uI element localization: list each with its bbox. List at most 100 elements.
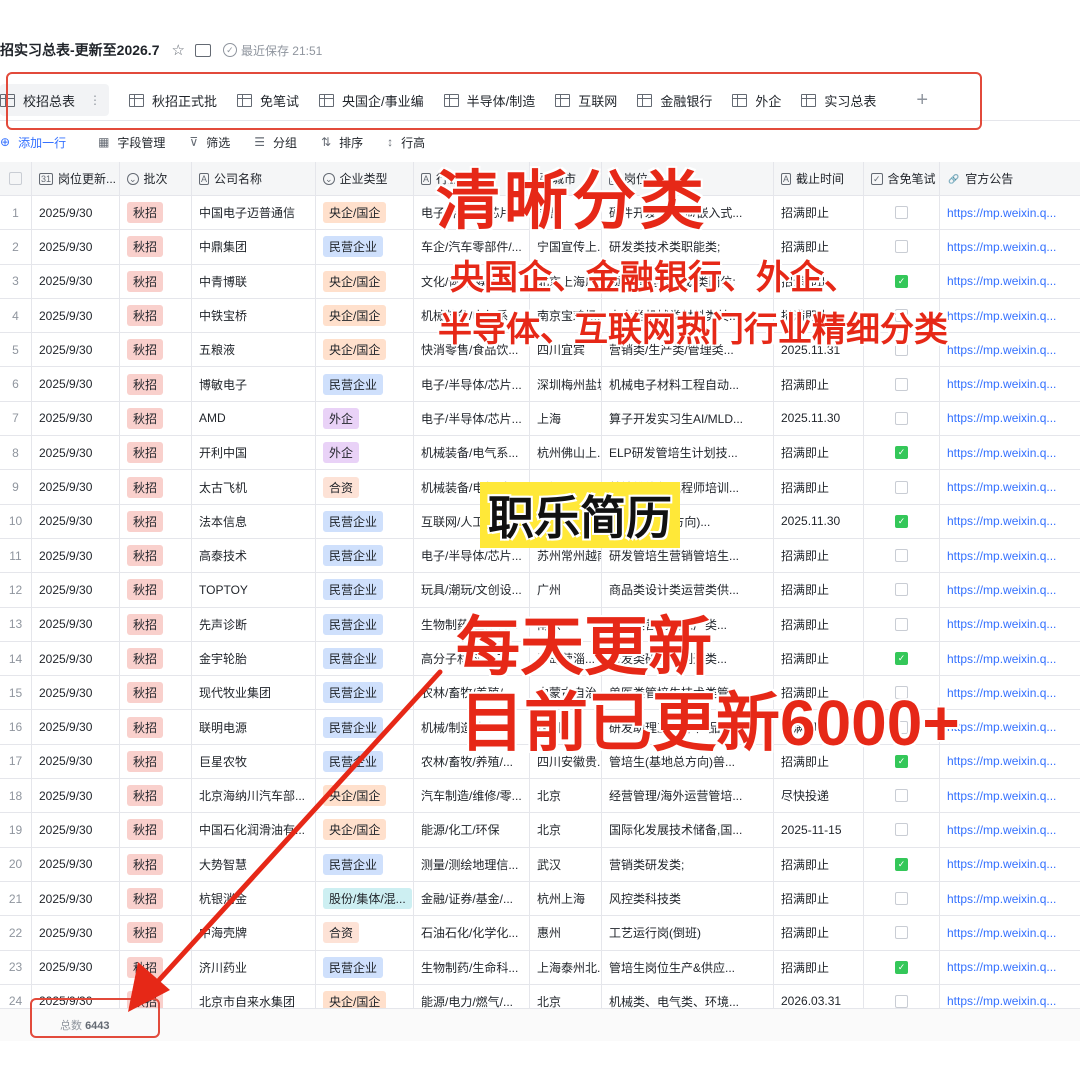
company-type-cell[interactable]: 央企/国企 bbox=[316, 779, 414, 813]
update-date-cell[interactable]: 2025/9/30 bbox=[32, 847, 120, 881]
industry-cell[interactable]: 测量/测绘地理信... bbox=[414, 847, 530, 881]
deadline-cell[interactable]: 招满即止 bbox=[774, 881, 864, 916]
update-date-cell[interactable]: 2025/9/30 bbox=[32, 916, 120, 950]
announcement-link[interactable]: https://mp.weixin.q... bbox=[940, 470, 1080, 503]
company-type-cell[interactable]: 外企 bbox=[316, 401, 414, 436]
city-cell[interactable]: 上海 bbox=[530, 401, 602, 436]
company-type-cell[interactable]: 民营企业 bbox=[316, 744, 414, 779]
exempt-checkbox[interactable]: ✓ bbox=[895, 857, 908, 871]
batch-cell[interactable]: 秋招 bbox=[120, 401, 192, 436]
exempt-cell[interactable]: ✓ bbox=[864, 641, 940, 676]
announcement-link[interactable]: https://mp.weixin.q... bbox=[940, 436, 1080, 469]
update-date-cell[interactable]: 2025/9/30 bbox=[32, 298, 120, 333]
city-cell[interactable]: 武汉 bbox=[530, 847, 602, 881]
company-cell[interactable]: 中海壳牌 bbox=[192, 916, 316, 950]
deadline-cell[interactable]: 2025.11.30 bbox=[774, 504, 864, 538]
exempt-checkbox[interactable] bbox=[895, 377, 908, 391]
exempt-cell[interactable] bbox=[864, 881, 940, 916]
industry-cell[interactable]: 机械装备/电气系... bbox=[414, 436, 530, 470]
company-type-cell[interactable]: 民营企业 bbox=[316, 607, 414, 641]
batch-cell[interactable]: 秋招 bbox=[120, 196, 192, 230]
company-type-cell[interactable]: 民营企业 bbox=[316, 538, 414, 573]
announcement-link[interactable]: https://mp.weixin.q... bbox=[940, 539, 1080, 572]
exempt-checkbox[interactable] bbox=[895, 994, 908, 1008]
deadline-cell[interactable]: 招满即止 bbox=[774, 538, 864, 573]
update-date-cell[interactable]: 2025/9/30 bbox=[32, 196, 120, 230]
exempt-checkbox[interactable] bbox=[895, 617, 908, 631]
table-row[interactable]: 20 2025/9/30 秋招 大势智慧 民营企业 测量/测绘地理信... 武汉 营销类研发类… bbox=[0, 847, 1080, 882]
update-date-cell[interactable]: 2025/9/30 bbox=[32, 401, 120, 436]
industry-cell[interactable]: 电子/半导体/芯片... bbox=[414, 401, 530, 436]
update-date-cell[interactable]: 2025/9/30 bbox=[32, 607, 120, 641]
update-date-cell[interactable]: 2025/9/30 bbox=[32, 779, 120, 813]
deadline-cell[interactable]: 招满即止 bbox=[774, 196, 864, 230]
company-cell[interactable]: 巨星农牧 bbox=[192, 744, 316, 779]
star-icon[interactable]: ☆ bbox=[171, 41, 184, 59]
batch-cell[interactable]: 秋招 bbox=[120, 744, 192, 779]
add-row-button[interactable]: ⊕ 添加一行 bbox=[0, 134, 66, 151]
exempt-cell[interactable] bbox=[864, 367, 940, 401]
field-manage-button[interactable]: ▦ 字段管理 bbox=[98, 134, 165, 151]
exempt-checkbox[interactable] bbox=[895, 480, 908, 494]
batch-cell[interactable]: 秋招 bbox=[120, 264, 192, 298]
company-type-cell[interactable]: 民营企业 bbox=[316, 641, 414, 676]
table-row[interactable]: 18 2025/9/30 秋招 北京海纳川汽车部... 央企/国企 汽车制造/维修/零..… bbox=[0, 779, 1080, 814]
batch-cell[interactable]: 秋招 bbox=[120, 298, 192, 333]
column-header[interactable]: ✓ 含免笔试 bbox=[864, 162, 940, 195]
batch-cell[interactable]: 秋招 bbox=[120, 436, 192, 470]
batch-cell[interactable]: 秋招 bbox=[120, 881, 192, 916]
job-cell[interactable]: 机械类、电气类、环境... bbox=[602, 984, 774, 1008]
update-date-cell[interactable]: 2025/9/30 bbox=[32, 641, 120, 676]
company-type-cell[interactable]: 民营企业 bbox=[316, 710, 414, 744]
update-date-cell[interactable]: 2025/9/30 bbox=[32, 504, 120, 538]
announcement-link[interactable]: https://mp.weixin.q... bbox=[940, 367, 1080, 400]
exempt-cell[interactable] bbox=[864, 230, 940, 264]
company-cell[interactable]: 北京海纳川汽车部... bbox=[192, 779, 316, 813]
company-cell[interactable]: 金宇轮胎 bbox=[192, 641, 316, 676]
job-cell[interactable]: 营销类研发类; bbox=[602, 847, 774, 881]
exempt-checkbox[interactable] bbox=[895, 823, 908, 837]
company-cell[interactable]: 中国石化润滑油有... bbox=[192, 813, 316, 847]
exempt-checkbox[interactable] bbox=[895, 206, 908, 220]
announcement-link[interactable]: https://mp.weixin.q... bbox=[940, 608, 1080, 641]
company-type-cell[interactable]: 股份/集体/混... bbox=[316, 881, 414, 916]
deadline-cell[interactable]: 尽快投递 bbox=[774, 779, 864, 813]
announcement-link[interactable]: https://mp.weixin.q... bbox=[940, 505, 1080, 538]
exempt-checkbox[interactable] bbox=[895, 549, 908, 563]
document-title[interactable]: 招实习总表-更新至2026.7 bbox=[0, 40, 159, 60]
batch-cell[interactable]: 秋招 bbox=[120, 573, 192, 607]
company-cell[interactable]: 济川药业 bbox=[192, 950, 316, 984]
exempt-cell[interactable] bbox=[864, 984, 940, 1008]
update-date-cell[interactable]: 2025/9/30 bbox=[32, 470, 120, 504]
announcement-link[interactable]: https://mp.weixin.q... bbox=[940, 573, 1080, 606]
batch-cell[interactable]: 秋招 bbox=[120, 676, 192, 710]
city-cell[interactable]: 深圳梅州盐城 bbox=[530, 367, 602, 401]
batch-cell[interactable]: 秋招 bbox=[120, 641, 192, 676]
announcement-link[interactable]: https://mp.weixin.q... bbox=[940, 333, 1080, 366]
group-button[interactable]: ☰ 分组 bbox=[254, 134, 297, 151]
batch-cell[interactable]: 秋招 bbox=[120, 950, 192, 984]
batch-cell[interactable]: 秋招 bbox=[120, 916, 192, 950]
company-cell[interactable]: 杭银消金 bbox=[192, 881, 316, 916]
update-date-cell[interactable]: 2025/9/30 bbox=[32, 710, 120, 744]
company-type-cell[interactable]: 民营企业 bbox=[316, 367, 414, 401]
industry-cell[interactable]: 石油石化/化学化... bbox=[414, 916, 530, 950]
company-type-cell[interactable]: 民营企业 bbox=[316, 676, 414, 710]
company-cell[interactable]: 博敏电子 bbox=[192, 367, 316, 401]
announcement-link[interactable]: https://mp.weixin.q... bbox=[940, 230, 1080, 263]
company-cell[interactable]: 太古飞机 bbox=[192, 470, 316, 504]
announcement-link[interactable]: https://mp.weixin.q... bbox=[940, 196, 1080, 229]
company-cell[interactable]: 高泰技术 bbox=[192, 538, 316, 573]
column-header[interactable]: 31 岗位更新... bbox=[32, 162, 120, 195]
table-row[interactable]: 8 2025/9/30 秋招 开利中国 外企 机械装备/电气系... 杭州佛山上... ELP… bbox=[0, 436, 1080, 471]
company-cell[interactable]: 大势智慧 bbox=[192, 847, 316, 881]
company-cell[interactable]: 五粮液 bbox=[192, 333, 316, 367]
exempt-cell[interactable] bbox=[864, 538, 940, 573]
table-row[interactable]: 21 2025/9/30 秋招 杭银消金 股份/集体/混... 金融/证券/基金/... 杭… bbox=[0, 881, 1080, 917]
batch-cell[interactable]: 秋招 bbox=[120, 813, 192, 847]
city-cell[interactable]: 惠州 bbox=[530, 916, 602, 950]
update-date-cell[interactable]: 2025/9/30 bbox=[32, 264, 120, 298]
batch-cell[interactable]: 秋招 bbox=[120, 538, 192, 573]
job-cell[interactable]: 风控类科技类 bbox=[602, 881, 774, 916]
batch-cell[interactable]: 秋招 bbox=[120, 367, 192, 401]
